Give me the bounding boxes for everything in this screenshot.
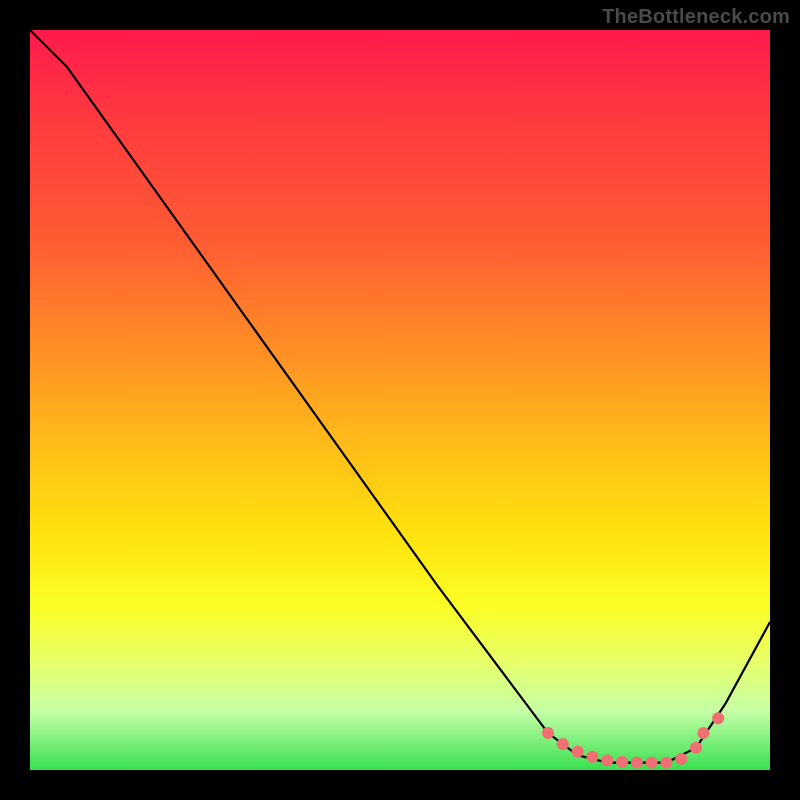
curve-marker [602,755,613,766]
curve-marker [698,728,709,739]
curve-marker [676,753,687,764]
curve-marker [713,713,724,724]
curve-marker [617,756,628,767]
curve-marker [572,746,583,757]
curve-marker [691,742,702,753]
curve-marker [646,757,657,768]
bottleneck-curve [30,30,770,763]
watermark-text: TheBottleneck.com [602,6,790,29]
curve-marker [557,739,568,750]
curve-marker [543,728,554,739]
curve-marker [631,757,642,768]
curve-marker [587,751,598,762]
chart-svg [30,30,770,770]
curve-markers [543,713,724,768]
chart-stage: TheBottleneck.com [0,0,800,800]
plot-area [30,30,770,770]
curve-marker [661,757,672,768]
